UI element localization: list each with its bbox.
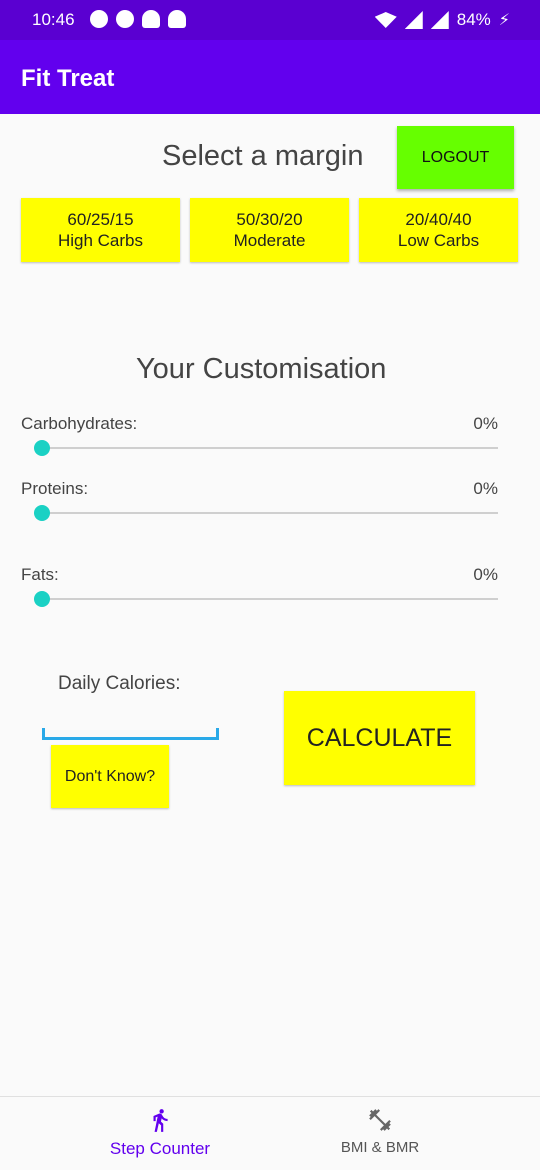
slider-thumb[interactable] [34, 505, 50, 521]
calculate-button[interactable]: CALCULATE [284, 691, 475, 785]
margin-moderate-button[interactable]: 50/30/20 Moderate [190, 198, 349, 262]
battery-percent: 84% [456, 10, 491, 29]
margin-name: Moderate [233, 231, 306, 250]
fats-label: Fats: [21, 565, 59, 584]
slider-track [34, 447, 498, 449]
margin-high-carbs-button[interactable]: 60/25/15 High Carbs [21, 198, 180, 262]
proteins-label: Proteins: [21, 479, 89, 498]
daily-calories-label: Daily Calories: [58, 673, 181, 694]
margin-low-carbs-button[interactable]: 20/40/40 Low Carbs [359, 198, 518, 262]
dumbbell-icon [369, 1109, 391, 1131]
proteins-value: 0% [473, 479, 498, 498]
margin-name: Low Carbs [397, 231, 480, 250]
system-icons: 84% ⚡ [374, 10, 510, 30]
margin-ratio: 60/25/15 [67, 210, 134, 229]
status-bar: 10:46 84% ⚡ [0, 0, 540, 40]
carbohydrates-slider[interactable] [34, 440, 498, 456]
daily-calories-input[interactable] [42, 706, 219, 740]
signal-icon [404, 11, 423, 29]
signal-icon-2 [430, 11, 449, 29]
wifi-icon [374, 12, 397, 28]
select-margin-title: Select a margin [162, 140, 364, 172]
customisation-title: Your Customisation [136, 353, 387, 385]
carbohydrates-value: 0% [473, 414, 498, 433]
carbohydrates-label: Carbohydrates: [21, 414, 138, 433]
bottom-navigation: Step Counter BMI & BMR [0, 1096, 540, 1170]
logout-button[interactable]: LOGOUT [397, 126, 514, 189]
charging-icon: ⚡ [498, 12, 510, 29]
margin-ratio: 50/30/20 [236, 210, 303, 229]
margin-ratio: 20/40/40 [405, 210, 472, 229]
proteins-slider[interactable] [34, 505, 498, 521]
slider-thumb[interactable] [34, 591, 50, 607]
margin-name: High Carbs [57, 231, 144, 250]
facebook-icon [90, 10, 108, 28]
nav-bmi-bmr[interactable]: BMI & BMR [245, 1097, 515, 1170]
status-time: 10:46 [32, 10, 75, 29]
walking-person-icon [153, 1109, 168, 1132]
snapchat-icon-2 [168, 10, 186, 28]
slider-track [34, 598, 498, 600]
snapchat-icon [142, 10, 160, 28]
slider-thumb[interactable] [34, 440, 50, 456]
messenger-icon [116, 10, 134, 28]
app-bar: Fit Treat [0, 40, 540, 114]
slider-track [34, 512, 498, 514]
notification-icons [90, 10, 186, 28]
nav-label: BMI & BMR [340, 1139, 420, 1156]
fats-slider[interactable] [34, 591, 498, 607]
dont-know-button[interactable]: Don't Know? [51, 745, 169, 808]
app-title: Fit Treat [21, 65, 115, 92]
fats-value: 0% [473, 565, 498, 584]
